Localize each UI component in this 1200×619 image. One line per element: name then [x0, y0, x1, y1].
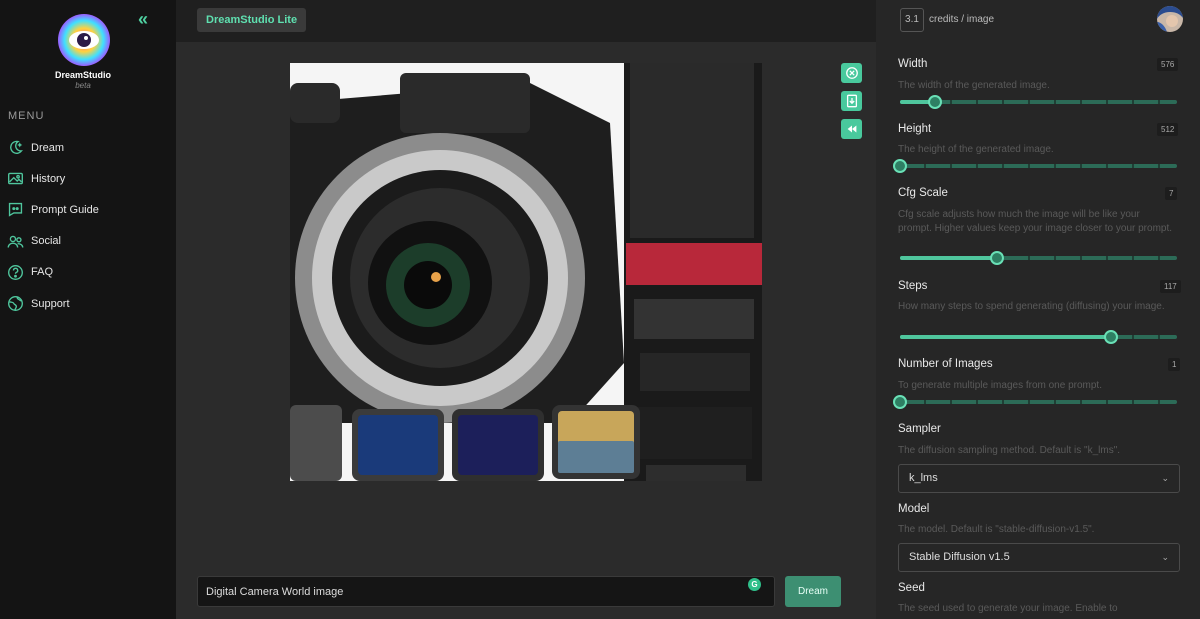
- number-of-images-slider[interactable]: [893, 395, 1177, 409]
- height-value: 512: [1157, 123, 1179, 136]
- sampler-selected-value: k_lms: [909, 472, 938, 484]
- sidebar-item-label: History: [31, 172, 66, 185]
- sidebar-item-label: Support: [31, 297, 70, 310]
- double-chevron-left-icon[interactable]: «: [138, 10, 156, 28]
- model-title: Model: [898, 503, 930, 515]
- model-selected-value: Stable Diffusion v1.5: [909, 551, 1010, 563]
- sidebar-item-prompt-guide[interactable]: Prompt Guide: [6, 194, 171, 225]
- slider-thumb[interactable]: [989, 251, 1004, 265]
- slider-thumb[interactable]: [893, 159, 907, 173]
- slider-thumb[interactable]: [1103, 330, 1118, 344]
- credits-value: 3.1: [900, 8, 924, 32]
- generated-image[interactable]: [290, 63, 762, 481]
- dreamstudio-app: DreamStudio beta MENU Dream History Prom: [0, 0, 1200, 619]
- model-select[interactable]: Stable Diffusion v1.5 ⌄: [898, 543, 1180, 572]
- height-description: The height of the generated image.: [898, 144, 1054, 155]
- number-of-images-value: 1: [1168, 358, 1181, 371]
- close-circle-icon: [845, 67, 858, 79]
- seed-description: The seed used to generate your image. En…: [898, 603, 1118, 614]
- brand-name: DreamStudio: [54, 70, 111, 80]
- sidebar-item-label: Social: [31, 235, 61, 248]
- close-button[interactable]: [841, 63, 862, 83]
- chevron-down-icon: ⌄: [1161, 552, 1169, 562]
- rewind-icon: [847, 125, 856, 133]
- sidebar-item-faq[interactable]: FAQ: [6, 257, 171, 288]
- prompt-input[interactable]: Digital Camera World image: [197, 576, 775, 607]
- dreamstudio-logo[interactable]: [56, 12, 112, 68]
- sampler-select[interactable]: k_lms ⌄: [898, 464, 1180, 493]
- width-description: The width of the generated image.: [898, 80, 1050, 91]
- sampler-description: The diffusion sampling method. Default i…: [898, 445, 1121, 456]
- sidebar-item-label: Prompt Guide: [31, 203, 99, 216]
- cfg-scale-slider[interactable]: [900, 251, 1177, 265]
- sidebar-item-history[interactable]: History: [6, 163, 171, 194]
- model-description: The model. Default is "stable-diffusion-…: [898, 524, 1095, 535]
- dream-icon: [6, 139, 24, 157]
- download-icon: [846, 94, 857, 108]
- chevron-down-icon: ⌄: [1161, 473, 1169, 483]
- dream-button[interactable]: Dream: [785, 576, 841, 607]
- slider-thumb[interactable]: [893, 395, 907, 409]
- steps-slider[interactable]: [900, 330, 1177, 344]
- menu-label: MENU: [8, 110, 45, 122]
- social-icon: [6, 232, 24, 250]
- sampler-title: Sampler: [898, 423, 941, 435]
- faq-icon: [6, 263, 24, 281]
- steps-title: Steps: [898, 280, 928, 292]
- slider-thumb[interactable]: [927, 95, 942, 109]
- steps-description: How many steps to spend generating (diff…: [898, 301, 1165, 312]
- steps-value: 117: [1160, 280, 1181, 293]
- sidebar-nav: Dream History Prompt Guide Social FAQ Su…: [6, 132, 171, 319]
- beta-label: beta: [75, 81, 91, 90]
- history-icon: [6, 170, 24, 188]
- slider-fill: [900, 335, 1111, 339]
- slider-fill: [900, 256, 997, 260]
- cfg-scale-description: Cfg scale adjusts how much the image wil…: [898, 209, 1173, 234]
- seed-title: Seed: [898, 582, 925, 594]
- sidebar-item-label: FAQ: [31, 266, 54, 279]
- grammarly-icon[interactable]: G: [748, 578, 761, 591]
- number-of-images-title: Number of Images: [898, 358, 993, 370]
- user-avatar[interactable]: [1157, 6, 1183, 32]
- prompt-guide-icon: [6, 201, 24, 219]
- cfg-scale-title: Cfg Scale: [898, 187, 948, 199]
- width-slider[interactable]: [900, 95, 1177, 109]
- app-tab-dreamstudio-lite[interactable]: DreamStudio Lite: [197, 8, 307, 32]
- height-slider[interactable]: [893, 159, 1177, 173]
- cfg-scale-value: 7: [1165, 187, 1178, 200]
- sidebar-item-social[interactable]: Social: [6, 226, 171, 257]
- rewind-button[interactable]: [841, 119, 862, 139]
- credits-label: credits / image: [929, 14, 995, 25]
- number-of-images-description: To generate multiple images from one pro…: [898, 380, 1102, 391]
- sidebar-item-support[interactable]: Support: [6, 288, 171, 319]
- sidebar-item-dream[interactable]: Dream: [6, 132, 171, 163]
- width-title: Width: [898, 58, 928, 70]
- sidebar: DreamStudio beta MENU Dream History Prom: [0, 0, 176, 619]
- width-value: 576: [1157, 58, 1179, 71]
- download-button[interactable]: [841, 91, 862, 111]
- support-icon: [6, 295, 24, 313]
- slider-track: [900, 164, 1177, 168]
- height-title: Height: [898, 123, 932, 135]
- slider-track: [900, 400, 1177, 404]
- sidebar-item-label: Dream: [31, 141, 65, 154]
